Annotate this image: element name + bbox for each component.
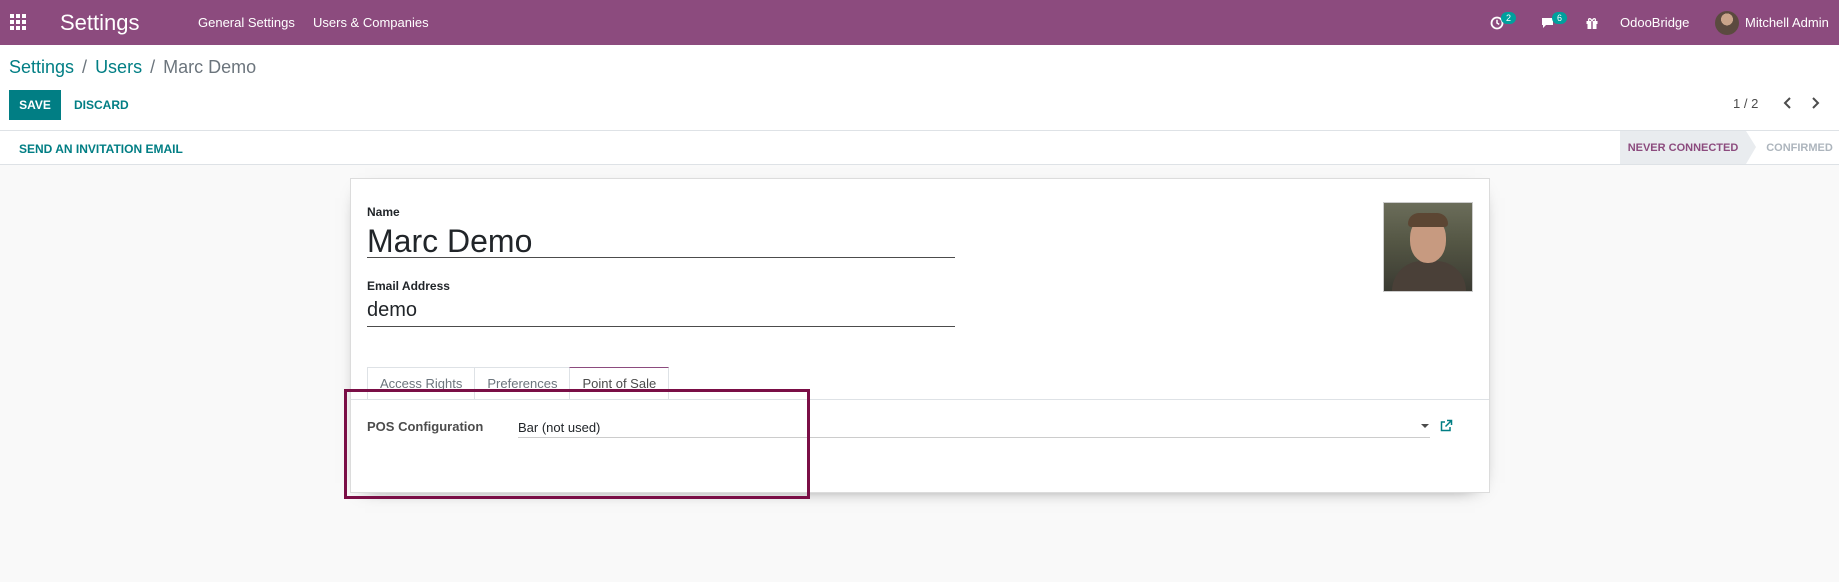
messages-button[interactable]: 6 [1540, 0, 1568, 45]
gift-button[interactable] [1585, 0, 1599, 45]
pos-configuration-input[interactable]: Bar (not used) [518, 416, 1430, 438]
name-label: Name [367, 205, 400, 219]
breadcrumb-separator: / [82, 57, 88, 77]
form-sheet: Name Marc Demo Email Address demo Access… [350, 178, 1490, 493]
user-avatar [1715, 10, 1739, 35]
name-input[interactable]: Marc Demo [367, 223, 955, 259]
send-invitation-button[interactable]: SEND AN INVITATION EMAIL [19, 142, 183, 156]
stage-arrow [1746, 131, 1756, 164]
app-title[interactable]: Settings [60, 10, 140, 36]
email-label: Email Address [367, 279, 450, 293]
menu-users-companies[interactable]: Users & Companies [313, 15, 429, 30]
status-bar: SEND AN INVITATION EMAIL NEVER CONNECTED… [0, 131, 1839, 165]
breadcrumb-current: Marc Demo [163, 57, 257, 77]
pager-value[interactable]: 1 / 2 [1733, 96, 1758, 111]
activity-badge: 2 [1501, 11, 1517, 24]
tab-preferences[interactable]: Preferences [474, 367, 571, 399]
stage-confirmed[interactable]: CONFIRMED [1760, 131, 1839, 164]
tab-divider [351, 399, 1489, 400]
chevron-left-icon[interactable] [1780, 94, 1796, 112]
control-panel: Settings / Users / Marc Demo SAVE DISCAR… [0, 45, 1839, 131]
breadcrumb: Settings / Users / Marc Demo [9, 57, 256, 78]
save-button[interactable]: SAVE [9, 90, 61, 120]
breadcrumb-settings[interactable]: Settings [9, 57, 74, 78]
email-input[interactable]: demo [367, 299, 955, 327]
apps-menu-icon[interactable] [10, 14, 26, 30]
breadcrumb-users[interactable]: Users [95, 57, 142, 78]
pos-configuration-label: POS Configuration [367, 419, 484, 434]
top-navbar: Settings General Settings Users & Compan… [0, 0, 1839, 45]
user-name: Mitchell Admin [1745, 15, 1829, 30]
gift-icon [1586, 17, 1598, 29]
company-switcher[interactable]: OdooBridge [1620, 0, 1689, 45]
activity-button[interactable]: 2 [1490, 0, 1517, 45]
breadcrumb-separator: / [150, 57, 156, 77]
tab-point-of-sale[interactable]: Point of Sale [569, 367, 670, 399]
menu-general-settings[interactable]: General Settings [198, 15, 295, 30]
stage-never-connected[interactable]: NEVER CONNECTED [1620, 131, 1746, 164]
external-link-icon[interactable] [1439, 419, 1453, 433]
notebook-tabs: Access Rights Preferences Point of Sale [367, 367, 670, 399]
tab-access-rights[interactable]: Access Rights [367, 367, 476, 399]
user-photo[interactable] [1383, 202, 1473, 292]
user-menu[interactable]: Mitchell Admin [1715, 0, 1829, 45]
dropdown-caret-icon[interactable] [1421, 424, 1429, 428]
chevron-right-icon[interactable] [1807, 94, 1823, 112]
discard-button[interactable]: DISCARD [74, 90, 129, 120]
messages-badge: 6 [1552, 11, 1568, 24]
